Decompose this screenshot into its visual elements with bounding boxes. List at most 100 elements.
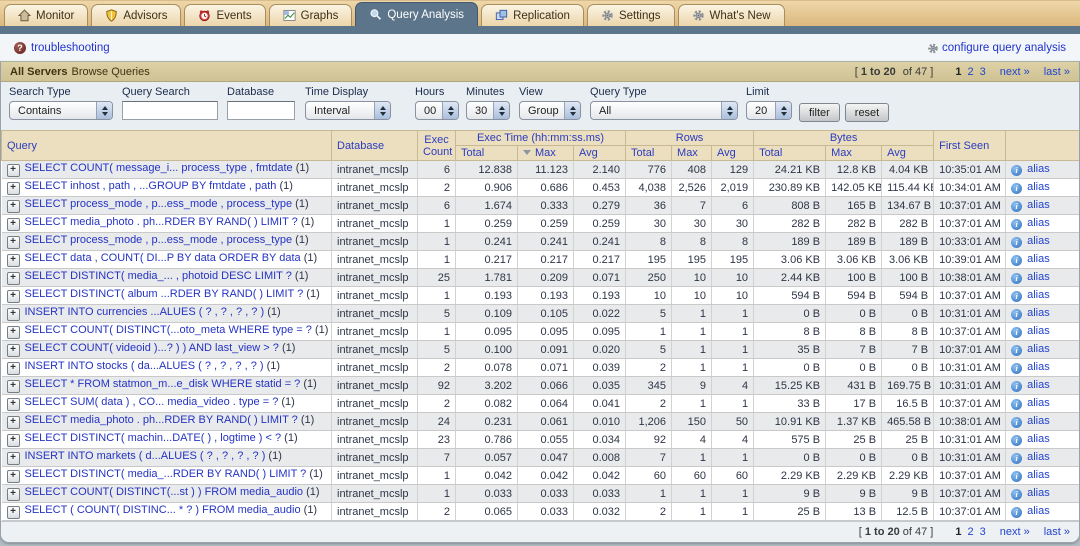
alias-link[interactable]: alias — [1027, 271, 1050, 283]
expand-row-button[interactable]: + — [7, 380, 20, 393]
expand-row-button[interactable]: + — [7, 416, 20, 429]
tab-monitor[interactable]: Monitor — [4, 4, 88, 26]
query-link[interactable]: SELECT SUM( data ) , CO... media_video .… — [25, 396, 279, 408]
alias-link[interactable]: alias — [1027, 451, 1050, 463]
database-input[interactable] — [227, 101, 295, 120]
alias-link[interactable]: alias — [1027, 361, 1050, 373]
col-header-exec-max[interactable]: Max — [518, 146, 574, 161]
tab-events[interactable]: Events — [184, 4, 265, 26]
time-display-select[interactable]: Interval — [305, 101, 391, 120]
col-header-rows-total[interactable]: Total — [626, 146, 672, 161]
query-link[interactable]: SELECT COUNT( DISTINCT(...st ) ) FROM me… — [25, 486, 304, 498]
query-link[interactable]: SELECT media_photo . ph...RDER BY RAND( … — [25, 216, 298, 228]
next-page-link[interactable]: next » — [1000, 66, 1030, 78]
alias-link[interactable]: alias — [1027, 181, 1050, 193]
query-link[interactable]: SELECT process_mode , p...ess_mode , pro… — [25, 198, 293, 210]
query-link[interactable]: SELECT DISTINCT( media_...RDER BY RAND( … — [25, 468, 307, 480]
tab-graphs[interactable]: Graphs — [269, 4, 353, 26]
expand-row-button[interactable]: + — [7, 254, 20, 267]
tab-advisors[interactable]: Advisors — [91, 4, 181, 26]
page-3-link[interactable]: 3 — [980, 526, 986, 538]
filter-button[interactable]: filter — [799, 103, 840, 122]
query-link[interactable]: SELECT process_mode , p...ess_mode , pro… — [25, 234, 293, 246]
expand-row-button[interactable]: + — [7, 272, 20, 285]
col-header-bytes-max[interactable]: Max — [826, 146, 882, 161]
page-2-link[interactable]: 2 — [967, 66, 973, 78]
col-header-query[interactable]: Query — [2, 131, 332, 161]
query-link[interactable]: SELECT COUNT( DISTINCT(...oto_meta WHERE… — [25, 324, 312, 336]
alias-link[interactable]: alias — [1027, 217, 1050, 229]
query-link[interactable]: SELECT data , COUNT( DI...P BY data ORDE… — [25, 252, 301, 264]
expand-row-button[interactable]: + — [7, 434, 20, 447]
query-link[interactable]: SELECT DISTINCT( media_... , photoid DES… — [25, 270, 292, 282]
minutes-select[interactable]: 30 — [466, 101, 510, 120]
col-header-rows-max[interactable]: Max — [672, 146, 712, 161]
alias-link[interactable]: alias — [1027, 415, 1050, 427]
alias-link[interactable]: alias — [1027, 379, 1050, 391]
query-link[interactable]: SELECT DISTINCT( machin...DATE( ) , logt… — [25, 432, 282, 444]
hours-select[interactable]: 00 — [415, 101, 459, 120]
expand-row-button[interactable]: + — [7, 362, 20, 375]
troubleshooting-link[interactable]: ? troubleshooting — [14, 42, 110, 54]
alias-link[interactable]: alias — [1027, 397, 1050, 409]
expand-row-button[interactable]: + — [7, 236, 20, 249]
expand-row-button[interactable]: + — [7, 182, 20, 195]
expand-row-button[interactable]: + — [7, 290, 20, 303]
expand-row-button[interactable]: + — [7, 398, 20, 411]
next-page-link[interactable]: next » — [1000, 526, 1030, 538]
alias-link[interactable]: alias — [1027, 469, 1050, 481]
query-link[interactable]: SELECT COUNT( videoid )...? ) ) AND last… — [25, 342, 279, 354]
alias-link[interactable]: alias — [1027, 487, 1050, 499]
expand-row-button[interactable]: + — [7, 200, 20, 213]
last-page-link[interactable]: last » — [1044, 66, 1070, 78]
expand-row-button[interactable]: + — [7, 470, 20, 483]
tab-what-s-new[interactable]: What's New — [678, 4, 785, 26]
alias-link[interactable]: alias — [1027, 505, 1050, 517]
col-header-rows-avg[interactable]: Avg — [712, 146, 754, 161]
tab-replication[interactable]: Replication — [481, 4, 584, 26]
limit-select[interactable]: 20 — [746, 101, 792, 120]
expand-row-button[interactable]: + — [7, 488, 20, 501]
tab-query-analysis[interactable]: Query Analysis — [355, 2, 478, 26]
search-type-select[interactable]: Contains — [9, 101, 113, 120]
expand-row-button[interactable]: + — [7, 344, 20, 357]
expand-row-button[interactable]: + — [7, 452, 20, 465]
col-header-bytes-avg[interactable]: Avg — [882, 146, 934, 161]
col-header-exec-avg[interactable]: Avg — [574, 146, 626, 161]
view-select[interactable]: Group — [519, 101, 581, 120]
alias-link[interactable]: alias — [1027, 307, 1050, 319]
query-link[interactable]: INSERT INTO stocks ( da...ALUES ( ? , ? … — [25, 360, 264, 372]
query-type-select[interactable]: All — [590, 101, 738, 120]
alias-link[interactable]: alias — [1027, 289, 1050, 301]
col-header-database[interactable]: Database — [332, 131, 418, 161]
expand-row-button[interactable]: + — [7, 164, 20, 177]
alias-link[interactable]: alias — [1027, 325, 1050, 337]
last-page-link[interactable]: last » — [1044, 526, 1070, 538]
expand-row-button[interactable]: + — [7, 506, 20, 519]
tab-settings[interactable]: Settings — [587, 4, 675, 26]
query-link[interactable]: SELECT media_photo . ph...RDER BY RAND( … — [25, 414, 298, 426]
alias-link[interactable]: alias — [1027, 163, 1050, 175]
query-link[interactable]: INSERT INTO currencies ...ALUES ( ? , ? … — [25, 306, 265, 318]
alias-link[interactable]: alias — [1027, 253, 1050, 265]
query-link[interactable]: SELECT inhost , path , ...GROUP BY fmtda… — [25, 180, 277, 192]
query-link[interactable]: SELECT COUNT( message_i... process_type … — [25, 162, 293, 174]
reset-button[interactable]: reset — [845, 103, 889, 122]
query-link[interactable]: SELECT * FROM statmon_m...e_disk WHERE s… — [25, 378, 301, 390]
col-header-bytes-total[interactable]: Total — [754, 146, 826, 161]
page-2-link[interactable]: 2 — [967, 526, 973, 538]
col-header-exec-count[interactable]: Exec Count — [418, 131, 456, 161]
expand-row-button[interactable]: + — [7, 326, 20, 339]
alias-link[interactable]: alias — [1027, 235, 1050, 247]
col-header-exec-total[interactable]: Total — [456, 146, 518, 161]
col-header-first-seen[interactable]: First Seen — [934, 131, 1006, 161]
query-link[interactable]: INSERT INTO markets ( d...ALUES ( ? , ? … — [25, 450, 266, 462]
expand-row-button[interactable]: + — [7, 308, 20, 321]
expand-row-button[interactable]: + — [7, 218, 20, 231]
alias-link[interactable]: alias — [1027, 433, 1050, 445]
configure-query-analysis-link[interactable]: configure query analysis — [927, 42, 1066, 54]
alias-link[interactable]: alias — [1027, 343, 1050, 355]
query-link[interactable]: SELECT ( COUNT( DISTINC... * ? ) FROM me… — [25, 504, 301, 516]
query-search-input[interactable] — [122, 101, 218, 120]
query-link[interactable]: SELECT DISTINCT( album ...RDER BY RAND( … — [25, 288, 304, 300]
